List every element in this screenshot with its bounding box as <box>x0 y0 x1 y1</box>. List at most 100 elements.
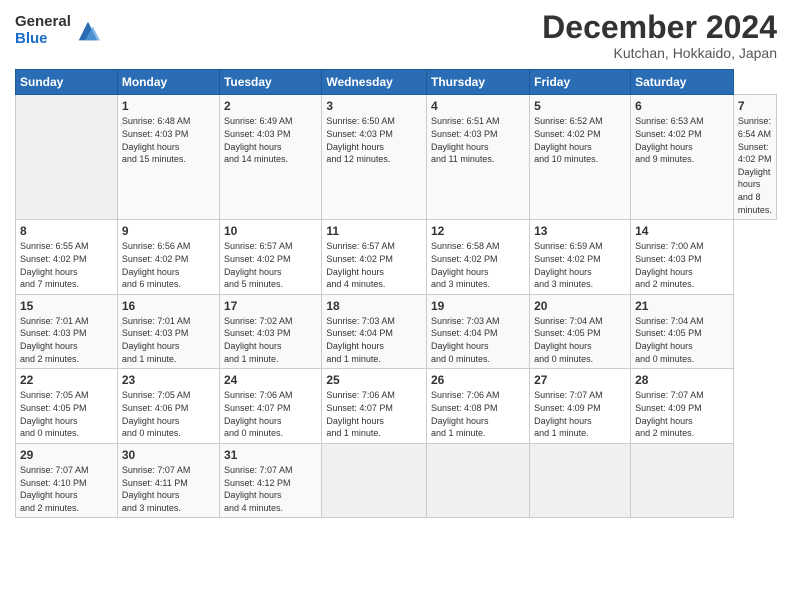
day-info: Sunrise: 7:05 AMSunset: 4:06 PMDaylight … <box>122 389 215 439</box>
day-number: 17 <box>224 298 317 314</box>
table-row: 29Sunrise: 7:07 AMSunset: 4:10 PMDayligh… <box>16 443 118 518</box>
table-row: 15Sunrise: 7:01 AMSunset: 4:03 PMDayligh… <box>16 294 118 369</box>
day-info: Sunrise: 7:06 AMSunset: 4:07 PMDaylight … <box>224 389 317 439</box>
logo-general: General <box>15 14 71 31</box>
page-container: General Blue December 2024 Kutchan, Hokk… <box>0 0 792 528</box>
logo-blue: Blue <box>15 31 71 48</box>
day-info: Sunrise: 6:57 AMSunset: 4:02 PMDaylight … <box>224 240 317 290</box>
day-number: 20 <box>534 298 626 314</box>
day-info: Sunrise: 7:04 AMSunset: 4:05 PMDaylight … <box>635 315 729 365</box>
table-row: 3Sunrise: 6:50 AMSunset: 4:03 PMDaylight… <box>322 95 427 220</box>
day-number: 7 <box>738 98 772 114</box>
table-row: 30Sunrise: 7:07 AMSunset: 4:11 PMDayligh… <box>117 443 219 518</box>
header: General Blue December 2024 Kutchan, Hokk… <box>15 10 777 61</box>
table-row: 25Sunrise: 7:06 AMSunset: 4:07 PMDayligh… <box>322 369 427 444</box>
day-info: Sunrise: 7:03 AMSunset: 4:04 PMDaylight … <box>431 315 525 365</box>
day-number: 16 <box>122 298 215 314</box>
day-number: 3 <box>326 98 422 114</box>
day-info: Sunrise: 7:05 AMSunset: 4:05 PMDaylight … <box>20 389 113 439</box>
table-row: 2Sunrise: 6:49 AMSunset: 4:03 PMDaylight… <box>219 95 321 220</box>
table-row: 17Sunrise: 7:02 AMSunset: 4:03 PMDayligh… <box>219 294 321 369</box>
day-number: 31 <box>224 447 317 463</box>
day-number: 21 <box>635 298 729 314</box>
table-row: 12Sunrise: 6:58 AMSunset: 4:02 PMDayligh… <box>426 220 529 295</box>
day-info: Sunrise: 6:49 AMSunset: 4:03 PMDaylight … <box>224 115 317 165</box>
day-info: Sunrise: 6:55 AMSunset: 4:02 PMDaylight … <box>20 240 113 290</box>
day-number: 23 <box>122 372 215 388</box>
day-info: Sunrise: 7:00 AMSunset: 4:03 PMDaylight … <box>635 240 729 290</box>
day-info: Sunrise: 7:06 AMSunset: 4:08 PMDaylight … <box>431 389 525 439</box>
header-tuesday: Tuesday <box>219 70 321 95</box>
empty-cell <box>16 95 118 220</box>
day-number: 18 <box>326 298 422 314</box>
day-info: Sunrise: 7:02 AMSunset: 4:03 PMDaylight … <box>224 315 317 365</box>
day-info: Sunrise: 6:54 AMSunset: 4:02 PMDaylight … <box>738 115 772 216</box>
day-info: Sunrise: 7:01 AMSunset: 4:03 PMDaylight … <box>20 315 113 365</box>
month-title: December 2024 <box>542 10 777 45</box>
header-wednesday: Wednesday <box>322 70 427 95</box>
day-number: 30 <box>122 447 215 463</box>
table-row: 24Sunrise: 7:06 AMSunset: 4:07 PMDayligh… <box>219 369 321 444</box>
table-row <box>322 443 427 518</box>
table-row: 20Sunrise: 7:04 AMSunset: 4:05 PMDayligh… <box>530 294 631 369</box>
day-number: 10 <box>224 223 317 239</box>
day-number: 15 <box>20 298 113 314</box>
day-number: 8 <box>20 223 113 239</box>
day-info: Sunrise: 6:58 AMSunset: 4:02 PMDaylight … <box>431 240 525 290</box>
day-number: 1 <box>122 98 215 114</box>
day-number: 5 <box>534 98 626 114</box>
header-friday: Friday <box>530 70 631 95</box>
day-info: Sunrise: 7:06 AMSunset: 4:07 PMDaylight … <box>326 389 422 439</box>
day-number: 14 <box>635 223 729 239</box>
day-info: Sunrise: 6:53 AMSunset: 4:02 PMDaylight … <box>635 115 729 165</box>
table-row: 26Sunrise: 7:06 AMSunset: 4:08 PMDayligh… <box>426 369 529 444</box>
day-number: 2 <box>224 98 317 114</box>
calendar-header: Sunday Monday Tuesday Wednesday Thursday… <box>16 70 777 95</box>
day-info: Sunrise: 6:51 AMSunset: 4:03 PMDaylight … <box>431 115 525 165</box>
calendar-table: Sunday Monday Tuesday Wednesday Thursday… <box>15 69 777 518</box>
day-info: Sunrise: 7:04 AMSunset: 4:05 PMDaylight … <box>534 315 626 365</box>
day-info: Sunrise: 6:56 AMSunset: 4:02 PMDaylight … <box>122 240 215 290</box>
table-row: 28Sunrise: 7:07 AMSunset: 4:09 PMDayligh… <box>631 369 734 444</box>
day-number: 19 <box>431 298 525 314</box>
table-row: 21Sunrise: 7:04 AMSunset: 4:05 PMDayligh… <box>631 294 734 369</box>
day-info: Sunrise: 7:07 AMSunset: 4:09 PMDaylight … <box>534 389 626 439</box>
day-info: Sunrise: 7:07 AMSunset: 4:10 PMDaylight … <box>20 464 113 514</box>
table-row: 6Sunrise: 6:53 AMSunset: 4:02 PMDaylight… <box>631 95 734 220</box>
day-info: Sunrise: 7:07 AMSunset: 4:11 PMDaylight … <box>122 464 215 514</box>
day-number: 9 <box>122 223 215 239</box>
table-row: 31Sunrise: 7:07 AMSunset: 4:12 PMDayligh… <box>219 443 321 518</box>
table-row: 13Sunrise: 6:59 AMSunset: 4:02 PMDayligh… <box>530 220 631 295</box>
day-number: 25 <box>326 372 422 388</box>
header-sunday: Sunday <box>16 70 118 95</box>
location: Kutchan, Hokkaido, Japan <box>542 45 777 61</box>
table-row: 7Sunrise: 6:54 AMSunset: 4:02 PMDaylight… <box>733 95 776 220</box>
header-thursday: Thursday <box>426 70 529 95</box>
table-row: 11Sunrise: 6:57 AMSunset: 4:02 PMDayligh… <box>322 220 427 295</box>
logo: General Blue <box>15 14 102 47</box>
day-info: Sunrise: 6:57 AMSunset: 4:02 PMDaylight … <box>326 240 422 290</box>
table-row: 23Sunrise: 7:05 AMSunset: 4:06 PMDayligh… <box>117 369 219 444</box>
day-info: Sunrise: 6:59 AMSunset: 4:02 PMDaylight … <box>534 240 626 290</box>
table-row: 5Sunrise: 6:52 AMSunset: 4:02 PMDaylight… <box>530 95 631 220</box>
table-row: 9Sunrise: 6:56 AMSunset: 4:02 PMDaylight… <box>117 220 219 295</box>
day-number: 29 <box>20 447 113 463</box>
day-info: Sunrise: 7:07 AMSunset: 4:12 PMDaylight … <box>224 464 317 514</box>
day-info: Sunrise: 7:03 AMSunset: 4:04 PMDaylight … <box>326 315 422 365</box>
day-info: Sunrise: 7:07 AMSunset: 4:09 PMDaylight … <box>635 389 729 439</box>
day-info: Sunrise: 7:01 AMSunset: 4:03 PMDaylight … <box>122 315 215 365</box>
table-row: 22Sunrise: 7:05 AMSunset: 4:05 PMDayligh… <box>16 369 118 444</box>
table-row <box>530 443 631 518</box>
table-row: 19Sunrise: 7:03 AMSunset: 4:04 PMDayligh… <box>426 294 529 369</box>
day-number: 28 <box>635 372 729 388</box>
day-number: 22 <box>20 372 113 388</box>
header-saturday: Saturday <box>631 70 734 95</box>
table-row: 16Sunrise: 7:01 AMSunset: 4:03 PMDayligh… <box>117 294 219 369</box>
day-info: Sunrise: 6:48 AMSunset: 4:03 PMDaylight … <box>122 115 215 165</box>
calendar-body: 1Sunrise: 6:48 AMSunset: 4:03 PMDaylight… <box>16 95 777 518</box>
day-number: 27 <box>534 372 626 388</box>
table-row: 10Sunrise: 6:57 AMSunset: 4:02 PMDayligh… <box>219 220 321 295</box>
day-number: 24 <box>224 372 317 388</box>
day-number: 12 <box>431 223 525 239</box>
table-row: 8Sunrise: 6:55 AMSunset: 4:02 PMDaylight… <box>16 220 118 295</box>
